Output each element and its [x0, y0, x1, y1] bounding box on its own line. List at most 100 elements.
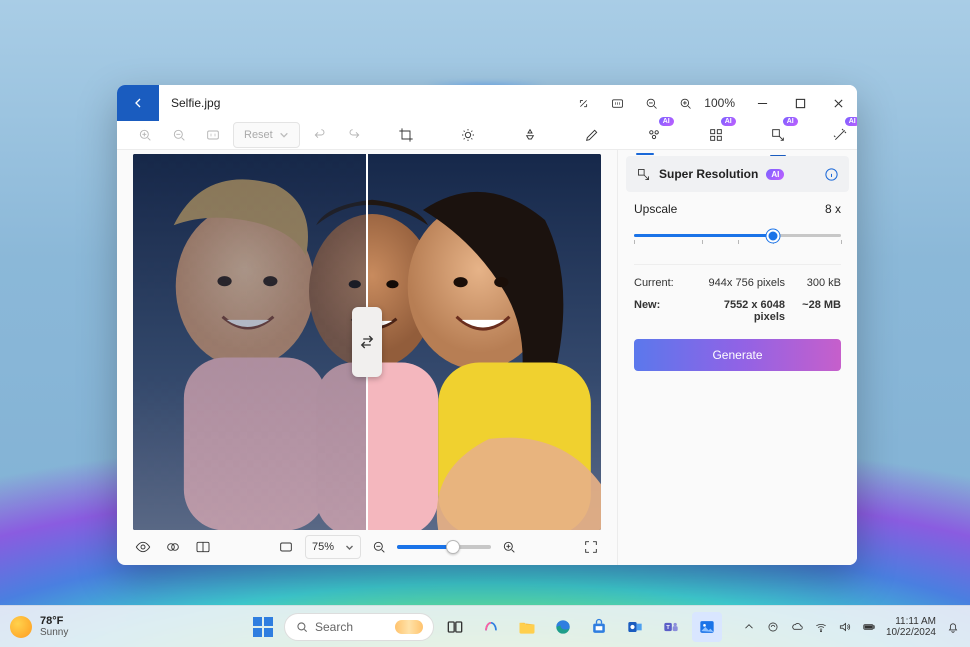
windows-logo-icon [253, 617, 273, 637]
overlap-circles-icon [165, 539, 181, 555]
image-viewer[interactable] [133, 154, 601, 530]
one-to-one-tool[interactable] [199, 121, 227, 149]
arrow-left-icon [130, 95, 146, 111]
store-button[interactable] [584, 612, 614, 642]
edge-icon [553, 617, 573, 637]
crop-tool[interactable] [392, 121, 420, 149]
explorer-button[interactable] [512, 612, 542, 642]
folder-icon [517, 617, 537, 637]
outlook-button[interactable] [620, 612, 650, 642]
zoom-in-icon [678, 96, 693, 111]
task-view-button[interactable] [440, 612, 470, 642]
zoom-out-tool[interactable] [165, 121, 193, 149]
panel-active-indicator [636, 153, 654, 155]
ai-badge: AI [721, 117, 736, 126]
upscale-value: 8 x [825, 202, 841, 216]
generate-button[interactable]: Generate [634, 339, 841, 371]
new-dims: 7552 x 6048 pixels [694, 299, 785, 323]
fullscreen-footer-button[interactable] [581, 537, 601, 557]
new-size-row: New: 7552 x 6048 pixels ~28 MB [634, 299, 841, 323]
filter-icon [522, 127, 538, 143]
start-button[interactable] [248, 612, 278, 642]
photos-button[interactable] [692, 612, 722, 642]
upscale-slider[interactable] [634, 226, 841, 246]
zoom-slider-thumb[interactable] [446, 540, 460, 554]
photos-icon [697, 617, 717, 637]
markup-tool[interactable] [578, 121, 606, 149]
style-tool[interactable]: AI [826, 121, 854, 149]
notifications-button[interactable] [946, 620, 960, 634]
clock[interactable]: 11:11 AM 10/22/2024 [886, 616, 936, 638]
volume-icon[interactable] [838, 620, 852, 634]
compare-handle[interactable] [352, 307, 382, 377]
maximize-button[interactable] [781, 85, 819, 121]
divider [634, 264, 841, 265]
slider-tick [702, 240, 703, 244]
info-icon [824, 167, 839, 182]
split-view-button[interactable] [193, 537, 213, 557]
copilot-tray-icon[interactable] [766, 620, 780, 634]
split-icon [195, 539, 211, 555]
ratio-icon [205, 127, 221, 143]
super-resolution-tool[interactable]: AI [764, 121, 792, 149]
grid-icon [708, 127, 724, 143]
wifi-icon[interactable] [814, 620, 828, 634]
outlook-icon [625, 617, 645, 637]
erase-tool[interactable]: AI [640, 121, 668, 149]
upscale-label: Upscale [634, 202, 677, 216]
zoom-slider-fill [397, 545, 453, 549]
reset-label: Reset [244, 129, 273, 141]
back-button[interactable] [117, 85, 159, 121]
copilot-button[interactable] [476, 612, 506, 642]
teams-icon: T [661, 617, 681, 637]
compare-toggle-button[interactable] [163, 537, 183, 557]
zoom-slider[interactable] [397, 545, 491, 549]
fit-screen-button[interactable] [275, 537, 297, 557]
ai-badge: AI [766, 169, 784, 180]
taskbar: 78°F Sunny Search T [0, 605, 970, 647]
reset-button[interactable]: Reset [233, 122, 300, 148]
taskbar-search[interactable]: Search [284, 613, 434, 641]
chevron-up-icon[interactable] [742, 620, 756, 634]
background-tool[interactable]: AI [702, 121, 730, 149]
undo-button[interactable] [306, 121, 334, 149]
actual-size-button[interactable] [600, 85, 634, 121]
fit-icon [278, 539, 294, 555]
toggle-visibility-button[interactable] [133, 537, 153, 557]
zoom-in-tool[interactable] [131, 121, 159, 149]
close-button[interactable] [819, 85, 857, 121]
weather-widget[interactable]: 78°F Sunny [10, 615, 68, 638]
store-icon [589, 617, 609, 637]
zoom-out-button[interactable] [634, 85, 668, 121]
zoom-in-icon [501, 539, 517, 555]
redo-icon [346, 127, 362, 143]
close-icon [833, 98, 844, 109]
adjust-tool[interactable] [454, 121, 482, 149]
onedrive-icon[interactable] [790, 620, 804, 634]
brightness-icon [460, 127, 476, 143]
zoom-in-footer-button[interactable] [499, 537, 519, 557]
teams-button[interactable]: T [656, 612, 686, 642]
upscale-icon [770, 127, 786, 143]
filter-tool[interactable] [516, 121, 544, 149]
panel-info-button[interactable] [824, 167, 839, 182]
slider-thumb[interactable] [766, 229, 779, 242]
zoom-select[interactable]: 75% [305, 535, 361, 559]
battery-icon[interactable] [862, 620, 876, 634]
weather-condition: Sunny [40, 627, 68, 638]
panel-title: Super Resolution [659, 167, 758, 181]
undo-icon [312, 127, 328, 143]
search-highlight-icon [395, 620, 423, 634]
edge-button[interactable] [548, 612, 578, 642]
editor-toolbar: Reset AI AI [117, 121, 857, 150]
zoom-select-value: 75% [312, 541, 334, 553]
redo-button[interactable] [340, 121, 368, 149]
zoom-out-footer-button[interactable] [369, 537, 389, 557]
minimize-button[interactable] [743, 85, 781, 121]
ai-badge: AI [783, 117, 798, 126]
search-placeholder: Search [315, 620, 353, 634]
fullscreen-button[interactable] [566, 85, 600, 121]
photos-editor-window: Selfie.jpg 100% [117, 85, 857, 565]
zoom-in-button[interactable] [668, 85, 702, 121]
copilot-icon [481, 617, 501, 637]
